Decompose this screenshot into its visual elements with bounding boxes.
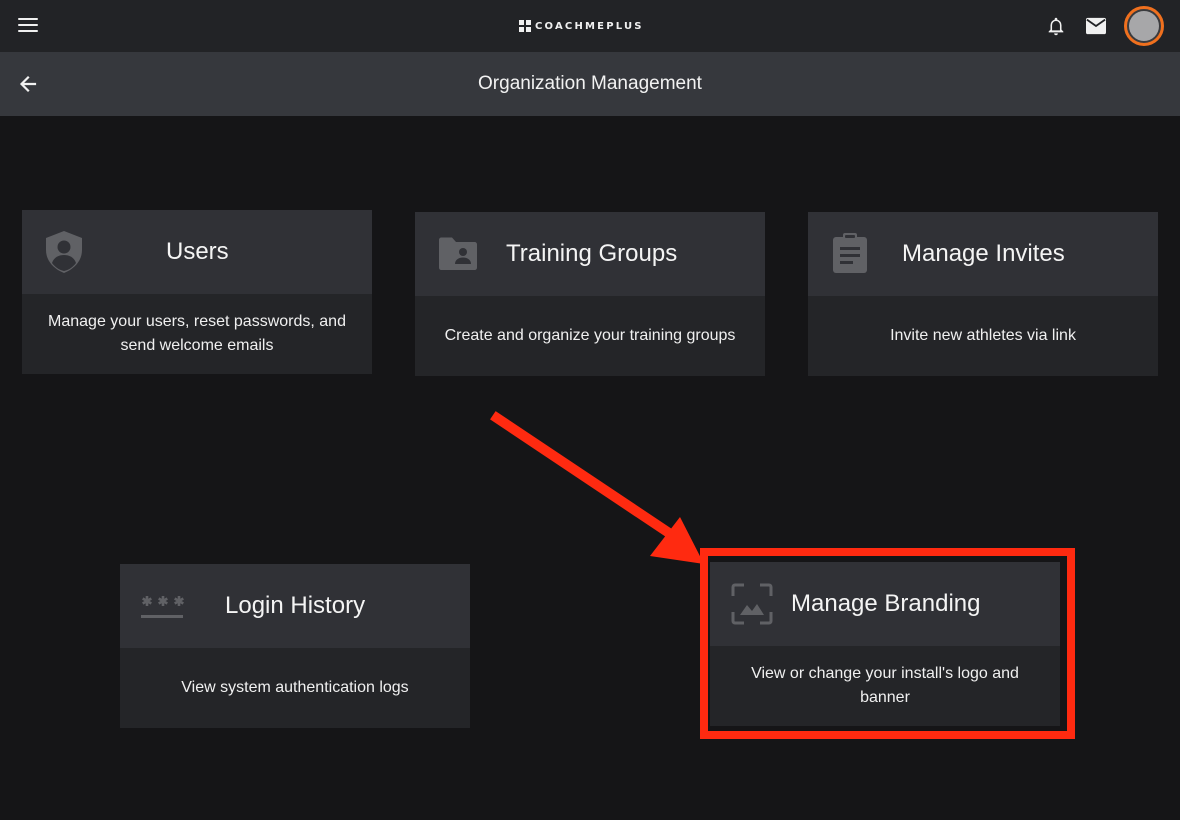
- training-groups-card-title: Training Groups: [506, 240, 678, 267]
- users-card-title: Users: [166, 238, 229, 265]
- login-history-card[interactable]: Login History View system authentication…: [120, 564, 470, 728]
- brand-mark-icon: [519, 20, 531, 32]
- folder-user-icon: [439, 237, 477, 270]
- bell-icon[interactable]: [1045, 14, 1067, 38]
- training-groups-card-header: Training Groups: [415, 212, 765, 296]
- page-title: Organization Management: [478, 73, 702, 94]
- training-groups-card[interactable]: Training Groups Create and organize your…: [415, 212, 765, 376]
- menu-icon[interactable]: [18, 18, 38, 34]
- top-app-bar: COACHMEPLUS: [0, 0, 1180, 52]
- manage-invites-card-title: Manage Invites: [902, 240, 1065, 267]
- manage-branding-card-title: Manage Branding: [791, 590, 981, 617]
- manage-branding-card-description: View or change your install's logo and b…: [710, 646, 1060, 726]
- login-history-card-title: Login History: [225, 592, 366, 619]
- image-frame-icon: [731, 583, 773, 625]
- users-card-header: Users: [22, 210, 372, 294]
- brand-name: COACHMEPLUS: [535, 20, 644, 32]
- shield-user-icon: [46, 231, 82, 273]
- manage-branding-card[interactable]: Manage Branding View or change your inst…: [710, 562, 1060, 726]
- clipboard-icon: [833, 233, 867, 273]
- avatar-image: [1129, 11, 1159, 41]
- users-card[interactable]: Users Manage your users, reset passwords…: [22, 210, 372, 374]
- users-card-description: Manage your users, reset passwords, and …: [22, 294, 372, 374]
- brand-logo: COACHMEPLUS: [519, 19, 644, 33]
- manage-invites-card-description: Invite new athletes via link: [808, 296, 1158, 376]
- manage-invites-card[interactable]: Manage Invites Invite new athletes via l…: [808, 212, 1158, 376]
- password-icon: [141, 596, 184, 618]
- manage-invites-card-header: Manage Invites: [808, 212, 1158, 296]
- login-history-card-header: Login History: [120, 564, 470, 648]
- training-groups-card-description: Create and organize your training groups: [415, 296, 765, 376]
- mail-icon[interactable]: [1085, 16, 1107, 36]
- manage-branding-card-header: Manage Branding: [710, 562, 1060, 646]
- login-history-card-description: View system authentication logs: [120, 648, 470, 728]
- avatar[interactable]: [1124, 6, 1164, 46]
